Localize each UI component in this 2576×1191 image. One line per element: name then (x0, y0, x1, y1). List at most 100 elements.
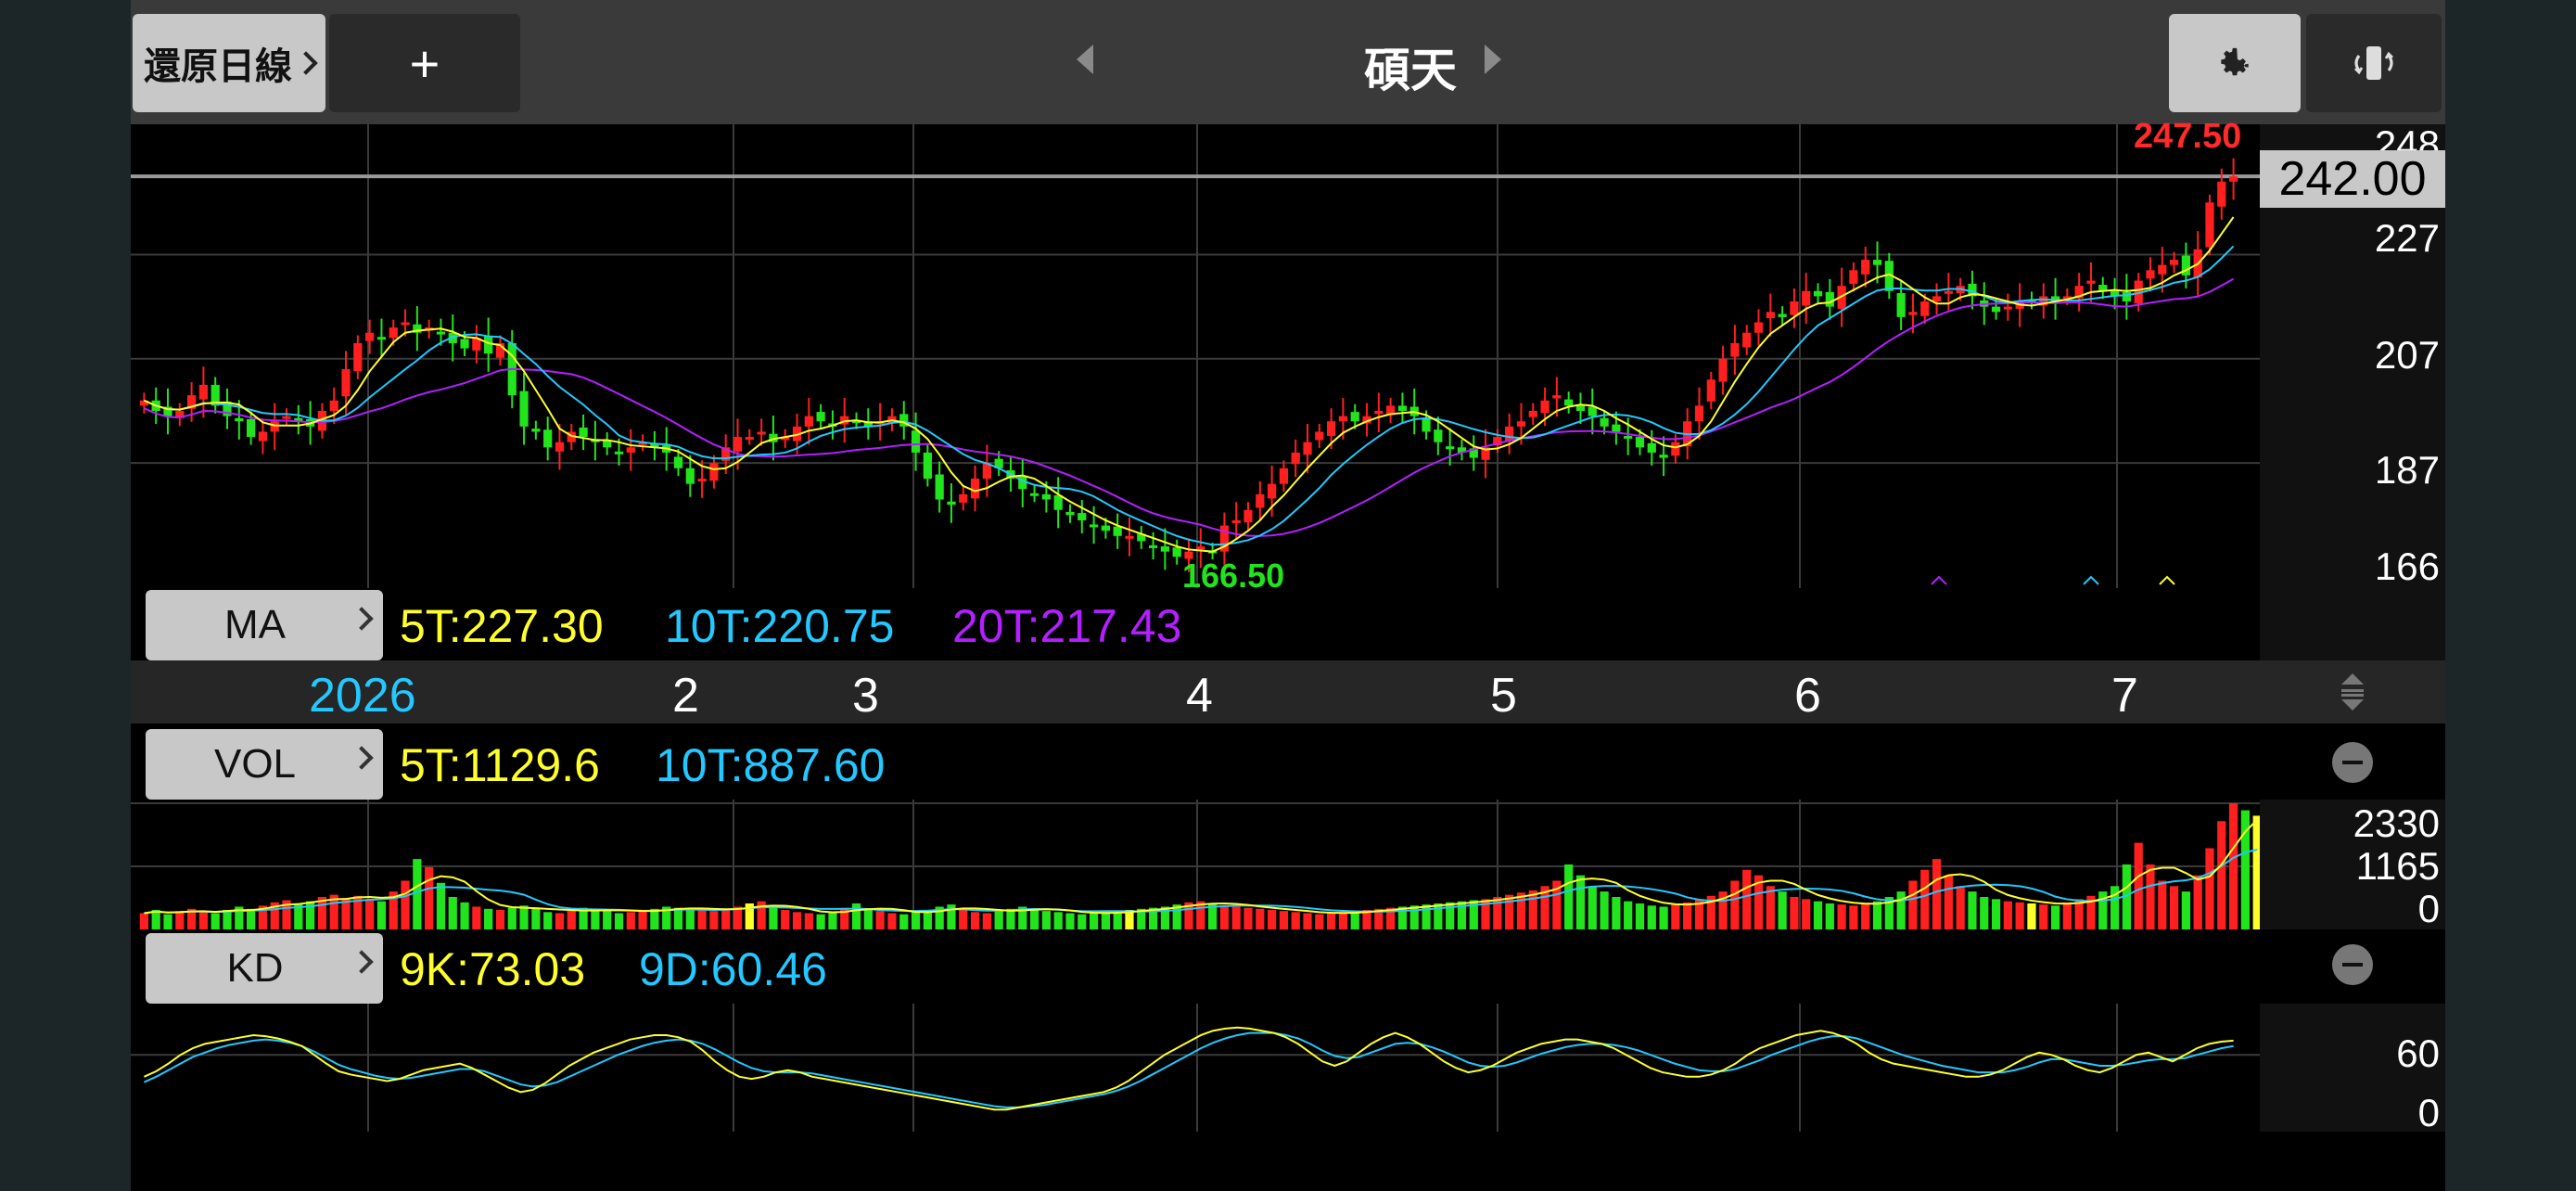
volume-bar (401, 880, 410, 929)
remove-vol-panel-icon[interactable] (2332, 742, 2373, 783)
volume-bar (1231, 906, 1241, 929)
candle-body (1446, 446, 1455, 450)
candle-body (1825, 291, 1834, 307)
volume-bar (2158, 880, 2167, 929)
volume-bar (1802, 899, 1811, 929)
volume-bar (626, 912, 635, 929)
candle-body (543, 429, 553, 448)
candle-body (1053, 495, 1063, 510)
candle-body (1849, 270, 1858, 284)
add-button[interactable]: + (329, 14, 520, 112)
candle-body (1505, 426, 1514, 442)
kd-axis-tick: 60 (2396, 1031, 2440, 1075)
month-label: 6 (1794, 669, 1821, 723)
candle-body (1872, 260, 1882, 265)
candle-body (2146, 270, 2155, 279)
ma20-line (143, 277, 2235, 537)
candle-body (2003, 306, 2012, 310)
remove-kd-panel-icon[interactable] (2332, 944, 2373, 985)
prev-stock-arrow-icon[interactable] (1077, 45, 1093, 74)
candle-body (1612, 424, 1621, 432)
volume-bar (531, 908, 541, 929)
candle-body (1552, 395, 1562, 399)
candle-body (1078, 513, 1087, 520)
candle-body (1029, 493, 1039, 496)
volume-bar (1872, 901, 1882, 929)
candle-body (258, 431, 268, 442)
candle-body (1766, 312, 1775, 318)
volume-bar (1861, 903, 1870, 929)
volume-bar (673, 907, 683, 929)
candle-body (1338, 416, 1348, 422)
candle-body (1920, 301, 1930, 316)
vol-indicator-button[interactable]: VOL (146, 729, 383, 800)
next-stock-arrow-icon[interactable] (1485, 45, 1501, 74)
volume-bar (1730, 880, 1740, 929)
candle-body (1753, 322, 1764, 333)
volume-bar (2015, 902, 2024, 929)
volume-bar (828, 912, 837, 929)
volume-axis-tick: 2330 (2353, 801, 2440, 845)
volume-bar (555, 913, 565, 929)
volume-bar (1505, 894, 1514, 929)
candle-body (2217, 181, 2226, 207)
volume-bar (781, 909, 790, 929)
candle-body (1694, 405, 1704, 422)
volume-bar (1659, 906, 1668, 929)
candle-body (970, 479, 980, 499)
month-label: 3 (852, 669, 879, 723)
volume-bar (1944, 875, 1953, 929)
volume-bar (875, 911, 885, 929)
volume-bar (1291, 912, 1300, 929)
volume-bar (1516, 892, 1526, 929)
ma5-label: 5T:227.30 (400, 600, 604, 652)
candle-body (1896, 293, 1906, 317)
volume-bar (1029, 908, 1039, 929)
candle-body (579, 427, 588, 438)
candle-body (401, 322, 410, 326)
volume-bar (1980, 896, 1989, 929)
volume-bar (2050, 905, 2060, 929)
panel-resize-handle-icon[interactable] (2334, 668, 2371, 716)
month-label: 2 (672, 669, 699, 723)
candle-body (460, 339, 469, 349)
settings-button[interactable] (2169, 14, 2301, 112)
volume-bar (198, 912, 209, 929)
restore-daily-button[interactable]: 還原日線 (133, 14, 325, 112)
volume-bar (519, 905, 529, 929)
price-axis-tick: 166 (2374, 544, 2440, 588)
volume-bar (139, 913, 149, 929)
volume-bar (1350, 911, 1359, 929)
volume-bar (769, 907, 778, 929)
volume-bar (1268, 909, 1277, 929)
volume-bar (1683, 902, 1692, 929)
candle-body (519, 391, 529, 427)
kd-d-line (143, 1031, 2234, 1108)
volume-axis: 2330 1165 0 (2260, 800, 2440, 930)
kd-line-chart[interactable] (131, 1004, 2260, 1132)
price-candlestick-chart[interactable] (131, 124, 2260, 588)
volume-bar (376, 901, 387, 929)
candle-body (1125, 535, 1134, 539)
kd-button-label: KD (226, 945, 284, 991)
volume-bar (603, 911, 612, 929)
volume-bar (1908, 880, 1918, 929)
volume-axis-tick: 0 (2417, 887, 2440, 930)
candle-body (697, 479, 707, 482)
ma-indicator-button[interactable]: MA (146, 590, 383, 660)
restore-daily-label: 還原日線 (144, 46, 292, 87)
ma-button-label: MA (224, 602, 286, 647)
volume-bar (2146, 864, 2155, 929)
candle-body (1279, 467, 1289, 484)
candle-body (1196, 546, 1205, 550)
volume-axis-tick: 1165 (2355, 844, 2440, 888)
candle-body (484, 336, 493, 354)
signal-marker (2159, 575, 2175, 585)
price-axis-tick: 187 (2374, 448, 2440, 492)
volume-bar (1932, 859, 1942, 929)
candle-body (1089, 524, 1099, 528)
kd-indicator-button[interactable]: KD (146, 933, 383, 1004)
rotate-screen-button[interactable] (2306, 14, 2442, 112)
volume-bar-chart[interactable] (131, 800, 2260, 929)
volume-bar (1600, 891, 1609, 929)
